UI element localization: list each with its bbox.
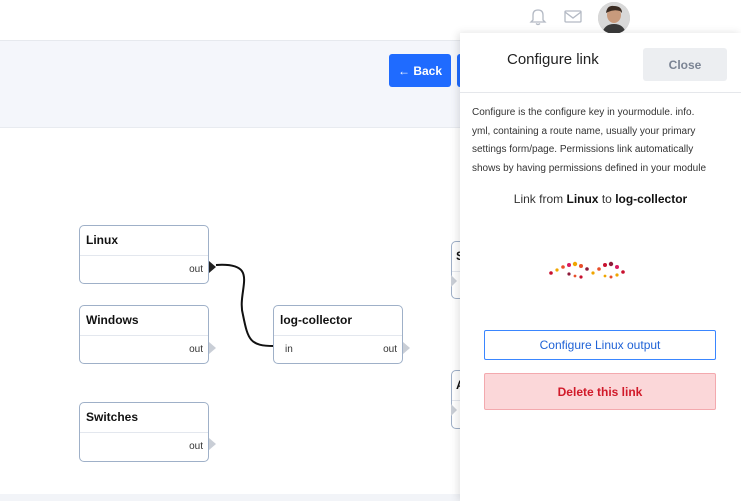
- configure-output-button[interactable]: Configure Linux output: [484, 330, 716, 360]
- port-in-handle[interactable]: [451, 404, 457, 416]
- node-windows[interactable]: Windows out: [79, 305, 209, 364]
- port-out-label: out: [189, 264, 203, 275]
- configure-link-panel: Configure link Close Configure is the co…: [460, 33, 741, 501]
- link-mid: to: [601, 192, 612, 206]
- link-source: Linux: [566, 192, 599, 206]
- delete-link-button[interactable]: Delete this link: [484, 373, 716, 410]
- port-out-handle[interactable]: [209, 261, 216, 273]
- link-linux-to-log-collector: [215, 263, 275, 347]
- panel-header: Configure link Close: [460, 33, 741, 93]
- node-title: log-collector: [274, 306, 402, 336]
- port-out-handle[interactable]: [403, 342, 410, 354]
- node-title: Windows: [80, 306, 208, 336]
- link-target: log-collector: [615, 192, 688, 206]
- port-out-handle[interactable]: [209, 438, 216, 450]
- node-title: Linux: [80, 226, 208, 256]
- node-title: Switches: [80, 403, 208, 433]
- description-line: settings form/page. Permissions link aut…: [472, 144, 694, 155]
- node-log-collector[interactable]: log-collector in out: [273, 305, 403, 364]
- port-out-handle[interactable]: [209, 342, 216, 354]
- port-out-label: out: [383, 344, 397, 355]
- port-out-label: out: [189, 344, 203, 355]
- description-line: Configure is the configure key in yourmo…: [472, 107, 695, 118]
- port-in-handle[interactable]: [451, 275, 457, 287]
- link-prefix: Link from: [513, 192, 564, 206]
- panel-title: Configure link: [507, 51, 599, 68]
- node-linux[interactable]: Linux out: [79, 225, 209, 284]
- node-switches[interactable]: Switches out: [79, 402, 209, 462]
- description-line: yml, containing a route name, usually yo…: [472, 125, 696, 137]
- close-button[interactable]: Close: [643, 48, 727, 81]
- link-summary: Link from Linux to log-collector: [460, 192, 741, 206]
- port-out-label: out: [189, 441, 203, 452]
- description-line: shows by having permissions defined in y…: [472, 162, 707, 174]
- loading-dots-icon: [549, 261, 625, 279]
- panel-description: Configure is the configure key in yourmo…: [472, 104, 730, 178]
- port-in-label: in: [285, 344, 293, 355]
